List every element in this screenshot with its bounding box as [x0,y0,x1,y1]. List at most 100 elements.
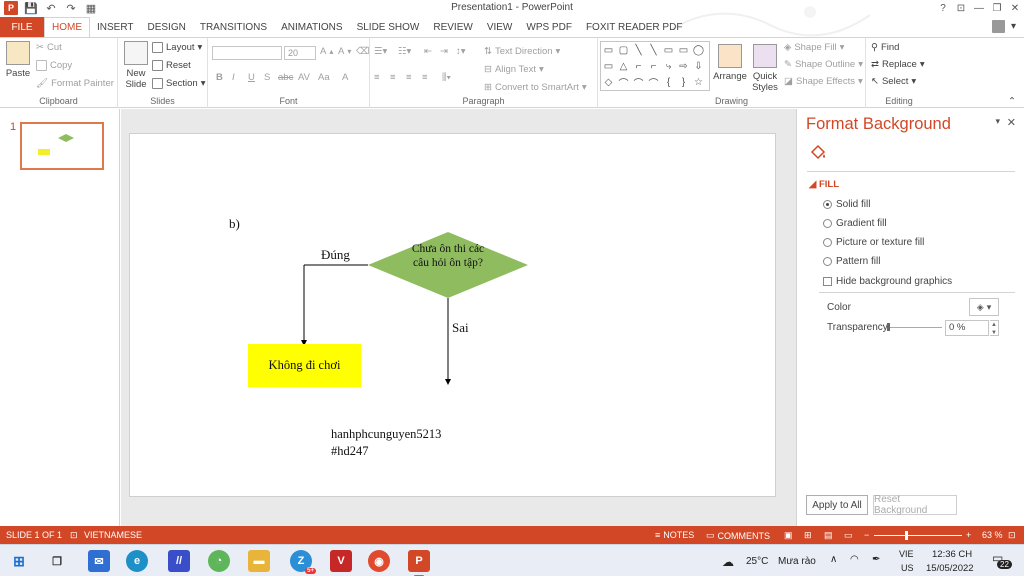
pattern-fill-radio[interactable] [823,257,832,266]
shadow-button[interactable]: S [264,72,270,83]
shape-outline-button[interactable]: ✎ Shape Outline ▾ [784,59,863,70]
slide-thumbnail[interactable] [20,122,104,170]
collapse-ribbon-button[interactable]: ⌃ [1008,96,1016,107]
hide-graphics-checkbox[interactable] [823,277,832,286]
cut-button[interactable]: ✂ Cut [36,42,62,53]
tab-home[interactable]: HOME [44,17,90,37]
gradient-fill-radio[interactable] [823,219,832,228]
shape-gallery-item[interactable]: ⇨ [679,61,687,72]
edge-browser-icon[interactable]: e [126,550,148,572]
increase-indent-button[interactable]: ⇥ [440,46,448,57]
chrome-browser-icon[interactable]: ◉ [368,550,390,572]
hide-graphics-option[interactable]: Hide background graphics [823,276,952,287]
font-color-button[interactable]: A [342,72,348,83]
zoom-level[interactable]: 63 % [982,530,1003,540]
tab-foxit-reader-pdf[interactable]: FOXIT READER PDF [579,17,690,37]
select-button[interactable]: ↖ Select ▾ [871,76,916,87]
copy-button[interactable]: Copy [36,60,72,71]
tab-transitions[interactable]: TRANSITIONS [193,17,274,37]
quick-styles-button[interactable]: Quick Styles [750,44,780,93]
mail-icon[interactable]: ✉ [88,550,110,572]
pane-close-icon[interactable]: ✕ [1007,116,1016,129]
shape-gallery-item[interactable]: △ [620,61,628,72]
slideshow-view-icon[interactable]: ▭ [844,530,853,541]
strikethrough-button[interactable]: abc [278,72,293,83]
align-center-button[interactable]: ≡ [390,72,396,83]
shape-gallery-item[interactable]: ⌐ [636,61,642,72]
numbering-button[interactable]: ☷▾ [398,46,411,57]
shape-gallery-item[interactable]: } [682,77,685,88]
zoom-slider[interactable] [874,535,962,536]
weather-temp[interactable]: 25°C [746,556,768,567]
bold-button[interactable]: B [216,72,223,83]
shape-gallery-item[interactable]: ▢ [619,45,628,56]
clock-time[interactable]: 12:36 CH [932,549,972,560]
shape-gallery-item[interactable]: ⌒ [649,75,659,90]
no-label[interactable]: Sai [452,320,469,336]
tab-slide-show[interactable]: SLIDE SHOW [350,17,427,37]
file-explorer-icon[interactable]: ▬ [248,550,270,572]
picture-fill-option[interactable]: Picture or texture fill [823,237,924,248]
char-spacing-button[interactable]: AV [298,72,310,83]
underline-button[interactable]: U [248,72,255,83]
layout-button[interactable]: Layout ▾ [152,42,202,53]
zoom-in-button[interactable]: + [966,530,971,540]
align-left-button[interactable]: ≡ [374,72,380,83]
shape-gallery-item[interactable]: ⤷ [666,61,672,72]
tab-review[interactable]: REVIEW [426,17,479,37]
tab-insert[interactable]: INSERT [90,17,141,37]
zoom-out-button[interactable]: − [864,530,869,540]
solid-fill-radio[interactable] [823,200,832,209]
fit-slide-icon[interactable]: ⊡ [1008,530,1016,541]
tab-file[interactable]: FILE [0,17,44,37]
shape-gallery-item[interactable]: ◯ [693,45,704,56]
change-case-button[interactable]: Aa [318,72,330,83]
reset-button[interactable]: Reset [152,60,191,71]
find-button[interactable]: ⚲ Find [871,42,899,53]
restore-button[interactable]: ❐ [988,0,1006,17]
comments-button[interactable]: ▭ COMMENTS [706,530,770,541]
tab-view[interactable]: VIEW [480,17,520,37]
shape-effects-button[interactable]: ◪ Shape Effects ▾ [784,76,863,87]
columns-button[interactable]: ⫼▾ [442,72,451,83]
spelling-icon[interactable]: ⊡ [70,530,78,541]
chevron-down-icon[interactable]: ▾ [1011,21,1016,32]
smartart-button[interactable]: ⊞ Convert to SmartArt ▾ [484,82,587,93]
pane-options-chevron-icon[interactable]: ▾ [995,116,1000,127]
shape-gallery-item[interactable]: { [667,77,670,88]
weather-icon[interactable]: ☁ [722,555,734,569]
notes-button[interactable]: ≡ NOTES [655,530,694,540]
language-indicator[interactable]: VIETNAMESE [84,530,142,540]
label-b[interactable]: b) [229,216,240,232]
shape-gallery-item[interactable]: ▭ [664,45,673,56]
shape-gallery-item[interactable]: ▭ [604,45,613,56]
result-box[interactable]: Không đi chơi [248,344,361,387]
format-painter-button[interactable]: 🖌 Format Painter [36,78,114,89]
pen-icon[interactable]: ✒ [872,554,880,565]
shape-gallery-item[interactable]: ☆ [694,77,703,88]
justify-button[interactable]: ≡ [422,72,428,83]
align-text-button[interactable]: ⊟ Align Text ▾ [484,64,544,75]
new-slide-button[interactable]: New Slide [122,41,150,90]
ribbon-display-button[interactable]: ⊡ [952,0,970,17]
shape-gallery-item[interactable]: ▭ [604,61,613,72]
shape-gallery-item[interactable]: ⇩ [694,61,702,72]
color-picker-button[interactable]: ◈ ▾ [969,298,999,316]
font-name-input[interactable] [212,46,282,60]
watermark-tag[interactable]: #hd247 [331,444,369,459]
italic-button[interactable]: I [232,72,235,83]
pattern-fill-option[interactable]: Pattern fill [823,256,880,267]
windows-start-icon[interactable]: ⊞ [8,550,30,572]
shape-gallery-item[interactable]: ▭ [679,45,688,56]
transparency-input[interactable]: 0 % [945,320,989,336]
shape-gallery-item[interactable]: ◇ [605,77,613,88]
transparency-spinner[interactable]: ▲ ▼ [990,320,999,336]
network-icon[interactable]: ◠ [850,554,859,565]
viber-icon[interactable]: V [330,550,352,572]
text-direction-button[interactable]: ⇅ Text Direction ▾ [484,46,560,57]
normal-view-icon[interactable]: ▣ [784,530,793,541]
replace-button[interactable]: ⇄ Replace ▾ [871,59,925,70]
align-right-button[interactable]: ≡ [406,72,412,83]
tray-chevron-icon[interactable]: ∧ [830,554,837,565]
help-button[interactable]: ? [934,0,952,17]
